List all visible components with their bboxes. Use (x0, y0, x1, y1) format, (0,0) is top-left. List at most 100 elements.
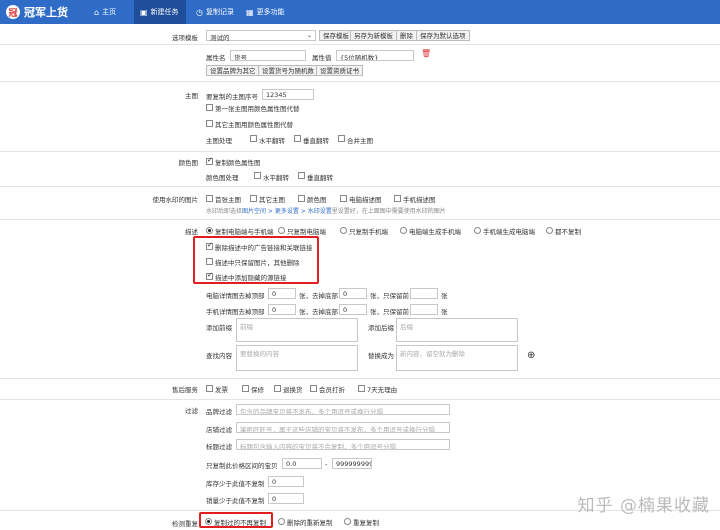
wm-mobile-desc-checkbox[interactable] (394, 195, 401, 202)
attr-name-input[interactable]: 货号 (230, 50, 306, 61)
divider (0, 151, 720, 152)
main-vflip-checkbox[interactable] (294, 135, 301, 142)
desc-radio-both[interactable] (206, 227, 213, 234)
chevron-down-icon: ⌄ (306, 32, 312, 39)
mobile-top-input[interactable]: 0 (268, 304, 296, 315)
wm-first-main-checkbox[interactable] (206, 195, 213, 202)
set-brand-other-button[interactable]: 设置品牌为其它 (206, 65, 260, 76)
set-random-sku-button[interactable]: 设置货号为随机数 (258, 65, 318, 76)
main-image-seq-input[interactable]: 12345 (262, 89, 314, 100)
divider (0, 44, 720, 45)
dup-radio-repeat[interactable] (344, 518, 351, 525)
pc-end-label: 张 (441, 292, 448, 300)
price-separator: - (325, 460, 328, 468)
wm-color-checkbox[interactable] (298, 195, 305, 202)
color-hflip-checkbox[interactable] (254, 172, 261, 179)
dup-radio-recopy-deleted[interactable] (278, 518, 285, 525)
remove-ad-links-checkbox[interactable] (206, 241, 213, 250)
other-main-image-color-checkbox[interactable] (206, 120, 213, 127)
trash-icon[interactable]: 🗑 (421, 49, 431, 58)
template-select[interactable]: 测试的 ⌄ (206, 30, 316, 42)
dup-radio-skip-copied-label: 复制过的不再复制 (214, 519, 266, 527)
desc-radio-pc-label: 只复制电脑端 (287, 228, 326, 236)
pc-top-input[interactable]: 0 (268, 288, 296, 299)
add-hidden-source-checkbox[interactable] (206, 271, 213, 280)
mobile-keep-input[interactable] (410, 304, 438, 315)
desc-radio-mobile[interactable] (340, 227, 347, 234)
color-vflip-checkbox[interactable] (298, 172, 305, 179)
save-default-options-button[interactable]: 保存为默认选项 (416, 30, 470, 41)
tab-home[interactable]: ⌂ 主页 (88, 0, 122, 24)
template-selected-value: 测试的 (210, 34, 230, 42)
copy-color-image-checkbox[interactable] (206, 156, 213, 165)
tab-more[interactable]: ▦ 更多功能 (240, 0, 291, 24)
desc-label: 描述 (185, 228, 198, 236)
suffix-textarea[interactable]: 后缀 (396, 318, 518, 342)
divider (0, 399, 720, 400)
title-filter-label: 标题过滤 (206, 443, 232, 451)
color-image-process-label: 颜色图处理 (206, 174, 239, 182)
warranty-label: 保修 (251, 386, 264, 394)
first-main-image-color-checkbox[interactable] (206, 104, 213, 111)
merge-main-checkbox[interactable] (338, 135, 345, 142)
invoice-checkbox[interactable] (206, 385, 213, 392)
price-range-label: 只复制此价格区间的宝贝 (206, 462, 278, 470)
set-certificate-button[interactable]: 设置资质证书 (316, 65, 363, 76)
desc-radio-mobile-to-pc[interactable] (474, 227, 481, 234)
main-image-label: 主图 (185, 92, 198, 100)
mobile-detail-label: 手机详情图去掉顶部 (206, 308, 265, 316)
pc-bottom-input[interactable]: 0 (339, 288, 367, 299)
pc-mid-label: 张，去掉底部 (299, 292, 338, 300)
merge-main-label: 合并主图 (347, 137, 373, 145)
brand-filter-input[interactable]: 包含的品牌宝贝将不发布，多个用逗号或换行分隔 (236, 404, 450, 415)
delete-template-button[interactable]: 删除 (396, 30, 417, 41)
other-main-image-color-label: 其它主图用颜色属性图代替 (215, 121, 293, 129)
desc-radio-pc-to-mobile[interactable] (400, 227, 407, 234)
return-label: 退换货 (283, 386, 303, 394)
price-max-input[interactable]: 999999999 (332, 458, 372, 469)
hint-text: 水印后即选择 (206, 208, 243, 215)
wm-other-main-checkbox[interactable] (250, 195, 257, 202)
keep-images-only-checkbox[interactable] (206, 258, 213, 265)
attr-value-input[interactable]: {5位随机数} (336, 50, 414, 61)
price-min-input[interactable]: 0.0 (282, 458, 322, 469)
seven-day-return-checkbox[interactable] (358, 385, 365, 392)
tab-new-task[interactable]: ▣ 新建任务 (134, 0, 186, 24)
dup-radio-skip-copied[interactable] (205, 518, 212, 525)
desc-radio-none-label: 都不复制 (555, 228, 581, 236)
warranty-checkbox[interactable] (242, 385, 249, 392)
brand-filter-label: 品牌过滤 (206, 408, 232, 416)
save-template-button[interactable]: 保存模板 (319, 30, 353, 41)
attr-name-label: 属性名 (206, 54, 226, 62)
add-replace-rule-icon[interactable]: ⊕ (527, 350, 535, 361)
watermark-settings-link[interactable]: 图片空间 > 更多设置 > 水印设置 (242, 208, 332, 215)
zhihu-watermark: 知乎 @楠果收藏 (577, 496, 710, 516)
hint-text: 里设置好，在上面图中需要使用水印的图片 (331, 208, 446, 215)
copy-color-image-label: 复制颜色属性图 (215, 159, 261, 167)
desc-radio-none[interactable] (546, 227, 553, 234)
save-as-new-template-button[interactable]: 另存为新模板 (350, 30, 397, 41)
watermark-hint: 水印后即选择图片空间 > 更多设置 > 水印设置里设置好，在上面图中需要使用水印… (206, 206, 446, 215)
record-icon: ◷ (196, 7, 203, 17)
sales-input[interactable]: 0 (268, 493, 304, 504)
stock-input[interactable]: 0 (268, 476, 304, 487)
prefix-textarea[interactable]: 前缀 (236, 318, 358, 342)
find-textarea[interactable]: 要替换的内容 (236, 345, 358, 371)
shop-filter-input[interactable]: 掌柜旺旺号，属于这些店铺的宝贝将不发布，多个用逗号或换行分隔 (236, 422, 450, 433)
desc-radio-mobile-label: 只复制手机端 (349, 228, 388, 236)
divider (0, 219, 720, 220)
filter-label: 过滤 (185, 407, 198, 415)
wm-pc-desc-checkbox[interactable] (340, 195, 347, 202)
main-hflip-checkbox[interactable] (250, 135, 257, 142)
replace-textarea[interactable]: 新内容，留空就为删除 (396, 345, 518, 371)
title-filter-input[interactable]: 标题包含输入内容的宝贝将不会复制，多个用逗号分隔 (236, 439, 450, 450)
tab-copy-records[interactable]: ◷ 复制记录 (190, 0, 240, 24)
return-checkbox[interactable] (274, 385, 281, 392)
top-navigation-bar: 冠冠军上货 ⌂ 主页 ▣ 新建任务 ◷ 复制记录 ▦ 更多功能 (0, 0, 720, 24)
pc-keep-input[interactable] (410, 288, 438, 299)
tab-label: 复制记录 (205, 8, 234, 16)
desc-radio-pc[interactable] (278, 227, 285, 234)
member-discount-checkbox[interactable] (310, 385, 317, 392)
mobile-bottom-input[interactable]: 0 (339, 304, 367, 315)
home-icon: ⌂ (94, 7, 100, 17)
